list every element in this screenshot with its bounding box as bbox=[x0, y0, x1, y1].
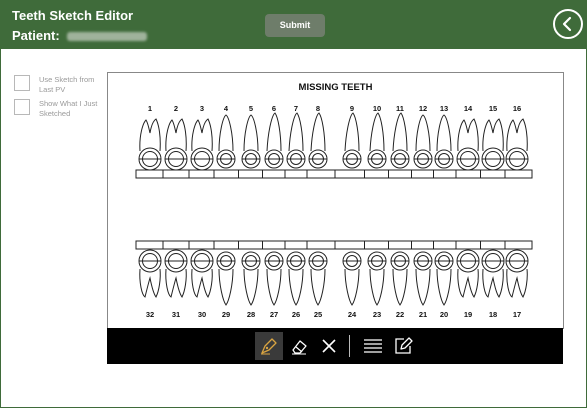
upper-tooth-number: 12 bbox=[419, 104, 427, 113]
line-weight-tool-button[interactable] bbox=[359, 332, 387, 360]
lower-tooth[interactable] bbox=[164, 249, 188, 298]
upper-tooth[interactable] bbox=[505, 118, 529, 171]
sketch-canvas[interactable]: MISSING TEETH 1 2 3 4 5 6 7 8 9 10 11 12 13 14 15 16 32 3… bbox=[107, 72, 564, 329]
lower-tooth[interactable] bbox=[434, 251, 454, 306]
edit-icon bbox=[395, 337, 413, 354]
lower-tooth-number: 31 bbox=[172, 310, 180, 319]
lower-tooth-number: 18 bbox=[489, 310, 497, 319]
lower-tooth-number: 20 bbox=[440, 310, 448, 319]
lines-icon bbox=[364, 339, 382, 353]
lower-tooth[interactable] bbox=[190, 249, 214, 298]
upper-tooth-number: 7 bbox=[294, 104, 298, 113]
lower-tooth[interactable] bbox=[342, 251, 362, 306]
lower-tooth[interactable] bbox=[264, 251, 284, 306]
lower-tooth[interactable] bbox=[241, 251, 261, 306]
upper-tooth[interactable] bbox=[190, 118, 214, 171]
lower-tooth[interactable] bbox=[286, 251, 306, 306]
upper-tooth[interactable] bbox=[241, 114, 261, 169]
upper-tooth[interactable] bbox=[342, 112, 362, 169]
header-bar: Teeth Sketch Editor Patient: Submit bbox=[1, 1, 586, 49]
use-last-sketch-option[interactable]: Use Sketch from Last PV bbox=[14, 75, 105, 95]
submit-button[interactable]: Submit bbox=[265, 14, 325, 37]
lower-tooth[interactable] bbox=[390, 251, 410, 306]
show-sketched-label: Show What I Just Sketched bbox=[39, 99, 98, 118]
page-title: Teeth Sketch Editor bbox=[12, 8, 134, 23]
upper-tooth-number: 16 bbox=[513, 104, 521, 113]
upper-tooth[interactable] bbox=[264, 112, 284, 169]
lower-tooth-number: 26 bbox=[292, 310, 300, 319]
lower-tooth-number: 21 bbox=[419, 310, 427, 319]
use-last-sketch-checkbox[interactable] bbox=[14, 75, 30, 91]
upper-tooth[interactable] bbox=[434, 114, 454, 169]
upper-tooth[interactable] bbox=[456, 118, 480, 171]
upper-tooth[interactable] bbox=[308, 112, 328, 169]
upper-tooth-number: 8 bbox=[316, 104, 320, 113]
lower-tooth[interactable] bbox=[216, 251, 236, 306]
upper-tooth[interactable] bbox=[138, 118, 162, 171]
lower-tooth[interactable] bbox=[413, 251, 433, 306]
upper-tooth[interactable] bbox=[390, 112, 410, 169]
upper-tooth-number: 9 bbox=[350, 104, 354, 113]
pen-tool-button[interactable] bbox=[255, 332, 283, 360]
app-window: Teeth Sketch Editor Patient: Submit Use … bbox=[0, 0, 587, 408]
upper-tooth-number: 6 bbox=[272, 104, 276, 113]
upper-tooth[interactable] bbox=[286, 112, 306, 169]
lower-tooth[interactable] bbox=[308, 251, 328, 306]
upper-tooth[interactable] bbox=[413, 114, 433, 169]
upper-tooth-number: 5 bbox=[249, 104, 253, 113]
upper-tooth-number: 1 bbox=[148, 104, 152, 113]
lower-tooth-number: 19 bbox=[464, 310, 472, 319]
upper-tooth-number: 4 bbox=[224, 104, 229, 113]
upper-tooth-number: 3 bbox=[200, 104, 204, 113]
lower-tooth-number: 25 bbox=[314, 310, 322, 319]
upper-tooth-number: 10 bbox=[373, 104, 381, 113]
upper-tooth[interactable] bbox=[164, 118, 188, 171]
upper-tooth-number: 13 bbox=[440, 104, 448, 113]
close-icon bbox=[322, 339, 336, 353]
lower-tooth-number: 22 bbox=[396, 310, 404, 319]
lower-tooth[interactable] bbox=[505, 249, 529, 298]
upper-tooth-number: 14 bbox=[464, 104, 473, 113]
chevron-left-icon bbox=[562, 16, 572, 32]
drawing-toolbar bbox=[107, 328, 563, 364]
lower-arch-bar bbox=[135, 240, 533, 250]
lower-tooth-number: 29 bbox=[222, 310, 230, 319]
patient-name-redacted bbox=[67, 32, 148, 42]
lower-tooth-number: 17 bbox=[513, 310, 521, 319]
upper-tooth[interactable] bbox=[481, 118, 505, 171]
lower-tooth-number: 27 bbox=[270, 310, 278, 319]
upper-tooth-number: 15 bbox=[489, 104, 497, 113]
eraser-tool-button[interactable] bbox=[285, 332, 313, 360]
upper-tooth[interactable] bbox=[367, 112, 387, 169]
lower-tooth-number: 24 bbox=[348, 310, 357, 319]
teeth-diagram[interactable]: 1 2 3 4 5 6 7 8 9 10 11 12 13 14 15 1632 31 30 29 28 27 26 25 2… bbox=[108, 73, 563, 328]
lower-tooth[interactable] bbox=[481, 249, 505, 298]
lower-tooth[interactable] bbox=[456, 249, 480, 298]
back-button[interactable] bbox=[553, 9, 583, 39]
lower-tooth-number: 23 bbox=[373, 310, 381, 319]
use-last-sketch-label: Use Sketch from Last PV bbox=[39, 75, 95, 94]
patient-info: Patient: bbox=[12, 28, 148, 43]
show-sketched-option[interactable]: Show What I Just Sketched bbox=[14, 99, 105, 119]
lower-tooth[interactable] bbox=[138, 249, 162, 298]
clear-tool-button[interactable] bbox=[315, 332, 343, 360]
upper-tooth-number: 11 bbox=[396, 104, 404, 113]
lower-tooth-number: 28 bbox=[247, 310, 255, 319]
pen-icon bbox=[261, 338, 277, 355]
upper-arch-bar bbox=[135, 169, 533, 179]
show-sketched-checkbox[interactable] bbox=[14, 99, 30, 115]
toolbar-divider bbox=[349, 335, 350, 357]
patient-label: Patient: bbox=[12, 28, 60, 43]
lower-tooth[interactable] bbox=[367, 251, 387, 306]
upper-tooth[interactable] bbox=[216, 114, 236, 169]
lower-tooth-number: 32 bbox=[146, 310, 154, 319]
eraser-icon bbox=[292, 340, 307, 355]
upper-tooth-number: 2 bbox=[174, 104, 178, 113]
edit-tool-button[interactable] bbox=[389, 332, 417, 360]
lower-tooth-number: 30 bbox=[198, 310, 206, 319]
